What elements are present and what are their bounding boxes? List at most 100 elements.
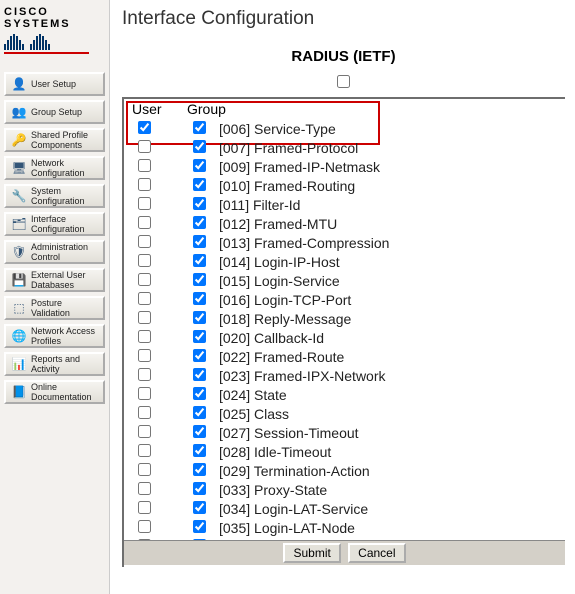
attribute-row: [009] Framed-IP-Netmask — [130, 158, 559, 177]
attribute-label: [010] Framed-Routing — [217, 177, 559, 196]
attribute-label: [014] Login-IP-Host — [217, 253, 559, 272]
group-checkbox[interactable] — [193, 216, 206, 229]
nav-item-10[interactable]: 📊Reports and Activity — [4, 352, 105, 376]
attribute-row: [022] Framed-Route — [130, 348, 559, 367]
user-checkbox[interactable] — [138, 197, 151, 210]
user-checkbox[interactable] — [138, 501, 151, 514]
group-checkbox[interactable] — [193, 387, 206, 400]
user-checkbox[interactable] — [138, 425, 151, 438]
group-checkbox[interactable] — [193, 349, 206, 362]
attribute-label: [009] Framed-IP-Netmask — [217, 158, 559, 177]
group-checkbox[interactable] — [193, 520, 206, 533]
attribute-label: [007] Framed-Protocol — [217, 139, 559, 158]
nav-item-11[interactable]: 📘Online Documentation — [4, 380, 105, 404]
group-checkbox[interactable] — [193, 501, 206, 514]
group-checkbox[interactable] — [193, 463, 206, 476]
nav-icon: 🖥 — [9, 159, 29, 177]
attribute-row: [034] Login-LAT-Service — [130, 500, 559, 519]
panel-top-checkbox[interactable] — [337, 75, 350, 88]
nav-icon: 🔧 — [9, 187, 29, 205]
attribute-label: [006] Service-Type — [217, 120, 559, 139]
group-checkbox[interactable] — [193, 235, 206, 248]
group-checkbox[interactable] — [193, 406, 206, 419]
cancel-button[interactable]: Cancel — [348, 543, 405, 563]
user-checkbox[interactable] — [138, 140, 151, 153]
user-checkbox[interactable] — [138, 444, 151, 457]
nav-item-7[interactable]: 💾External User Databases — [4, 268, 105, 292]
group-checkbox[interactable] — [193, 482, 206, 495]
group-checkbox[interactable] — [193, 444, 206, 457]
nav-item-0[interactable]: 👤User Setup — [4, 72, 105, 96]
user-checkbox[interactable] — [138, 463, 151, 476]
user-checkbox[interactable] — [138, 178, 151, 191]
nav-icon: 👥 — [9, 103, 29, 121]
logo-underline — [4, 52, 89, 54]
column-headers: User Group — [130, 101, 559, 117]
nav-icon: ⬚ — [9, 299, 29, 317]
user-checkbox[interactable] — [138, 235, 151, 248]
user-checkbox[interactable] — [138, 406, 151, 419]
group-checkbox[interactable] — [193, 121, 206, 134]
group-checkbox[interactable] — [193, 425, 206, 438]
group-checkbox[interactable] — [193, 311, 206, 324]
nav-item-1[interactable]: 👥Group Setup — [4, 100, 105, 124]
nav-item-2[interactable]: 🔑Shared Profile Components — [4, 128, 105, 152]
group-checkbox[interactable] — [193, 292, 206, 305]
nav-item-6[interactable]: 🛡Administration Control — [4, 240, 105, 264]
user-checkbox[interactable] — [138, 121, 151, 134]
nav-label: Online Documentation — [31, 382, 100, 402]
group-checkbox[interactable] — [193, 368, 206, 381]
user-checkbox[interactable] — [138, 349, 151, 362]
nav-item-3[interactable]: 🖥Network Configuration — [4, 156, 105, 180]
nav-item-9[interactable]: 🌐Network Access Profiles — [4, 324, 105, 348]
nav-item-5[interactable]: 🗂Interface Configuration — [4, 212, 105, 236]
nav-label: Shared Profile Components — [31, 130, 100, 150]
nav-icon: 🌐 — [9, 327, 29, 345]
main-panel: Interface Configuration RADIUS (IETF) Us… — [110, 0, 575, 594]
attribute-row: [027] Session-Timeout — [130, 424, 559, 443]
user-checkbox[interactable] — [138, 216, 151, 229]
attribute-row: [014] Login-IP-Host — [130, 253, 559, 272]
group-checkbox[interactable] — [193, 254, 206, 267]
nav-icon: 🗂 — [9, 215, 29, 233]
group-checkbox[interactable] — [193, 140, 206, 153]
nav-label: Interface Configuration — [31, 214, 100, 234]
attribute-label: [023] Framed-IPX-Network — [217, 367, 559, 386]
group-checkbox[interactable] — [193, 330, 206, 343]
user-checkbox[interactable] — [138, 520, 151, 533]
group-checkbox[interactable] — [193, 159, 206, 172]
sidebar: CISCO SYSTEMS 👤User Setup👥Group Setup🔑Sh… — [0, 0, 110, 594]
nav-icon: 📊 — [9, 355, 29, 373]
group-checkbox[interactable] — [193, 273, 206, 286]
attribute-row: [025] Class — [130, 405, 559, 424]
nav-label: Administration Control — [31, 242, 100, 262]
attribute-label: [011] Filter-Id — [217, 196, 559, 215]
nav-label: System Configuration — [31, 186, 100, 206]
user-checkbox[interactable] — [138, 159, 151, 172]
user-checkbox[interactable] — [138, 292, 151, 305]
group-checkbox[interactable] — [193, 178, 206, 191]
attribute-label: [034] Login-LAT-Service — [217, 500, 559, 519]
user-checkbox[interactable] — [138, 273, 151, 286]
user-checkbox[interactable] — [138, 311, 151, 324]
attribute-row: [028] Idle-Timeout — [130, 443, 559, 462]
attribute-row: [033] Proxy-State — [130, 481, 559, 500]
user-checkbox[interactable] — [138, 330, 151, 343]
user-checkbox[interactable] — [138, 387, 151, 400]
button-bar: Submit Cancel — [124, 540, 565, 565]
attribute-label: [025] Class — [217, 405, 559, 424]
attribute-label: [016] Login-TCP-Port — [217, 291, 559, 310]
submit-button[interactable]: Submit — [283, 543, 340, 563]
page-title: Interface Configuration — [122, 8, 565, 30]
attribute-row: [012] Framed-MTU — [130, 215, 559, 234]
user-checkbox[interactable] — [138, 368, 151, 381]
nav-item-8[interactable]: ⬚Posture Validation — [4, 296, 105, 320]
group-checkbox[interactable] — [193, 197, 206, 210]
user-checkbox[interactable] — [138, 482, 151, 495]
user-checkbox[interactable] — [138, 254, 151, 267]
section-title: RADIUS (IETF) — [122, 48, 565, 65]
attribute-label: [028] Idle-Timeout — [217, 443, 559, 462]
nav-item-4[interactable]: 🔧System Configuration — [4, 184, 105, 208]
header-user: User — [130, 101, 187, 117]
nav-icon: 🛡 — [9, 243, 29, 261]
